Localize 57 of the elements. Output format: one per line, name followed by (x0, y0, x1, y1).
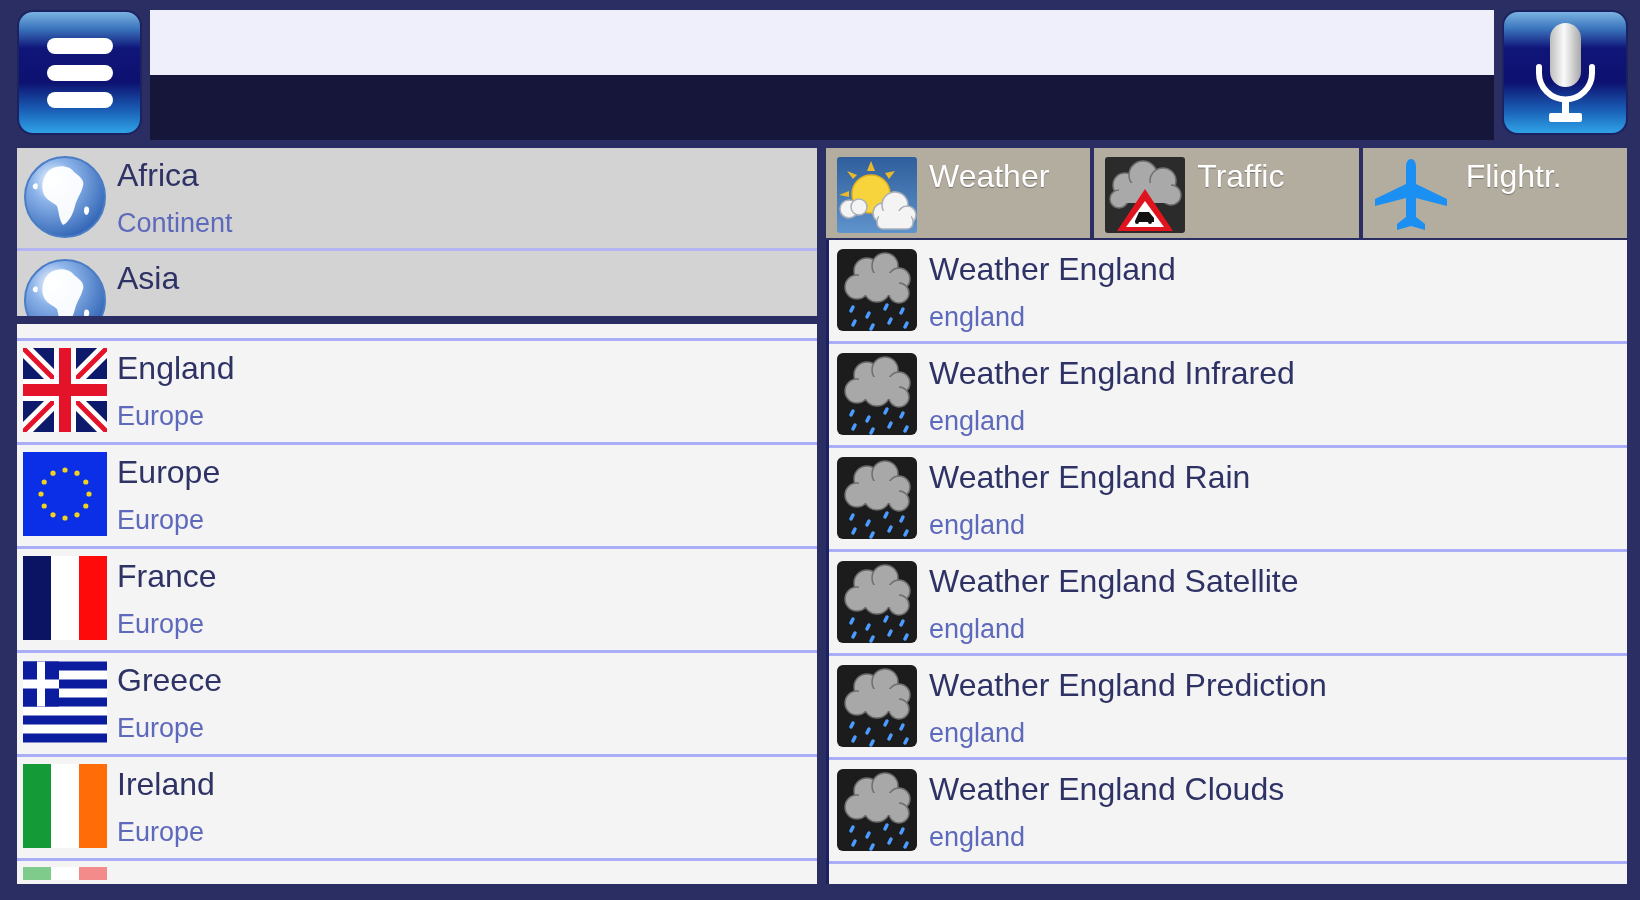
map-title: Weather England Infrared (929, 354, 1295, 393)
list-item[interactable]: Weather England Rain england (829, 448, 1627, 552)
map-title: Weather England Clouds (929, 770, 1285, 809)
rain-cloud-icon (837, 457, 917, 539)
menu-button[interactable] (17, 10, 142, 135)
flag-icon (23, 867, 107, 880)
globe-icon (23, 155, 107, 239)
map-region: england (929, 301, 1026, 334)
menu-icon (46, 37, 113, 108)
rain-cloud-icon (837, 353, 917, 435)
country-name: Europe (117, 453, 221, 492)
country-name: England (117, 349, 235, 388)
region-name: Africa (117, 156, 199, 195)
map-region: england (929, 613, 1026, 646)
rain-cloud-icon (837, 249, 917, 331)
map-title: Weather England Prediction (929, 666, 1327, 705)
flag-icon (23, 660, 107, 744)
flag-icon (23, 348, 107, 432)
rain-cloud-icon (837, 665, 917, 747)
region-type: Continent (117, 207, 233, 240)
map-region: england (929, 821, 1026, 854)
list-item[interactable]: Ireland Europe (17, 754, 817, 858)
country-name: Greece (117, 661, 222, 700)
map-title: Weather England Satellite (929, 562, 1299, 601)
flag-icon (23, 556, 107, 640)
search-field[interactable] (150, 10, 1494, 75)
list-item[interactable]: Greece Europe (17, 650, 817, 754)
map-title: Weather England (929, 250, 1176, 289)
list-item[interactable]: Africa Continent (17, 148, 817, 251)
airplane-icon (1373, 158, 1448, 232)
flag-icon (23, 764, 107, 848)
list-item[interactable]: Weather England Infrared england (829, 344, 1627, 448)
country-name: France (117, 557, 217, 596)
country-region: Europe (117, 712, 205, 745)
country-name: Ireland (117, 765, 215, 804)
map-region: england (929, 405, 1026, 438)
flag-icon (23, 452, 107, 536)
list-item[interactable]: England Europe (17, 338, 817, 442)
country-region: Europe (117, 400, 205, 433)
region-name: Asia (117, 259, 180, 298)
microphone-button[interactable] (1502, 10, 1628, 135)
list-item[interactable]: France Europe (17, 546, 817, 650)
list-item[interactable]: Weather England Prediction england (829, 656, 1627, 760)
list-item[interactable]: Weather England Clouds england (829, 760, 1627, 864)
microphone-icon (1533, 22, 1597, 123)
country-region: Europe (117, 816, 205, 849)
sun-cloud-icon (837, 157, 917, 233)
list-item[interactable]: Weather England Satellite england (829, 552, 1627, 656)
country-region: Europe (117, 504, 205, 537)
rain-cloud-icon (837, 769, 917, 851)
list-item[interactable]: Weather England england (829, 240, 1627, 344)
map-region: england (929, 717, 1026, 750)
country-region: Europe (117, 608, 205, 641)
rain-cloud-icon (837, 561, 917, 643)
map-region: england (929, 509, 1026, 542)
map-title: Weather England Rain (929, 458, 1251, 497)
list-item[interactable]: Europe Europe (17, 442, 817, 546)
